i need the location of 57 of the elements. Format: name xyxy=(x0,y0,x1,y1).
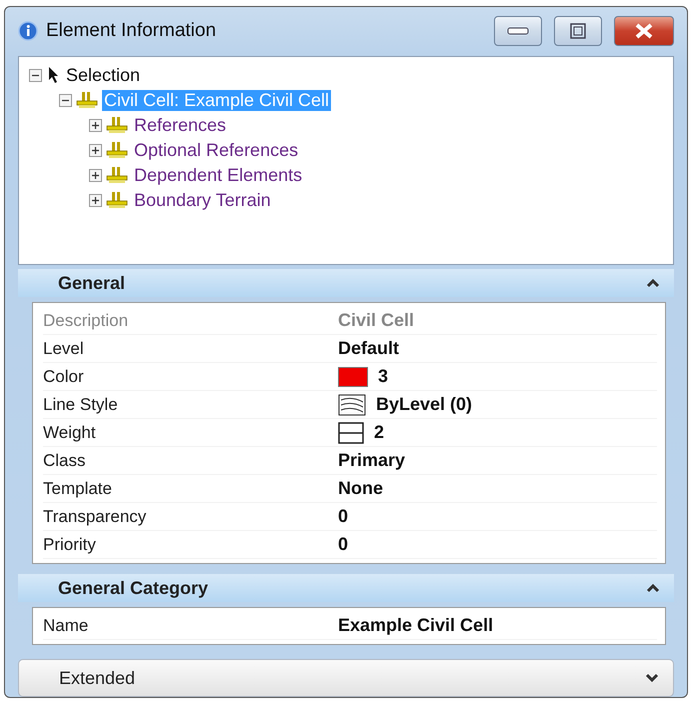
property-value: Example Civil Cell xyxy=(338,615,494,636)
maximize-icon xyxy=(570,23,586,40)
section-header[interactable]: Extended xyxy=(18,659,674,697)
plus-icon xyxy=(91,146,100,155)
property-name: Template xyxy=(43,478,113,499)
property-value: Civil Cell xyxy=(338,310,414,332)
line-style-icon xyxy=(338,394,366,416)
minimize-button[interactable] xyxy=(494,16,542,46)
expand-toggle[interactable] xyxy=(89,144,102,157)
tree-item[interactable]: Optional References xyxy=(132,140,300,161)
cell-icon xyxy=(106,141,128,160)
plus-icon xyxy=(91,196,100,205)
property-name: Level xyxy=(43,338,85,359)
expand-toggle[interactable] xyxy=(89,194,102,207)
collapse-toggle[interactable] xyxy=(29,68,42,82)
plus-icon xyxy=(91,120,100,130)
collapse-toggle[interactable] xyxy=(59,94,72,107)
chevron-icon xyxy=(646,583,660,594)
property-value: 3 xyxy=(378,366,388,388)
expand-toggle[interactable] xyxy=(89,118,102,132)
property-name: Line Style xyxy=(43,394,119,415)
close-icon xyxy=(634,23,654,40)
minimize-icon xyxy=(507,27,529,36)
property-name: Name xyxy=(43,616,90,636)
cell-icon xyxy=(76,91,98,110)
plus-icon xyxy=(91,170,100,180)
chevron-icon xyxy=(645,673,659,684)
maximize-button[interactable] xyxy=(554,16,602,46)
tree-item[interactable]: References xyxy=(132,114,228,136)
property-name: Color xyxy=(43,366,85,387)
property-name: Class xyxy=(43,450,87,471)
chevron-icon xyxy=(646,278,660,288)
cell-icon xyxy=(106,166,128,184)
cell-icon xyxy=(106,191,128,210)
close-button[interactable] xyxy=(614,16,674,46)
line-weight-icon xyxy=(338,422,364,444)
property-value: Default xyxy=(338,338,400,360)
property-name: Transparency xyxy=(43,506,148,527)
property-value: 0 xyxy=(338,506,348,528)
property-name: Priority xyxy=(43,534,97,555)
property-name: Weight xyxy=(43,422,97,443)
cell-icon xyxy=(106,116,128,134)
tree-item[interactable]: Dependent Elements xyxy=(132,164,304,186)
section-header[interactable]: General Category xyxy=(18,574,674,602)
property-value: ByLevel (0) xyxy=(376,394,472,416)
section-header[interactable]: General xyxy=(18,268,674,298)
tree-item[interactable]: Selection xyxy=(64,64,142,86)
property-value: 0 xyxy=(338,534,348,556)
window-title: Element Information xyxy=(46,20,218,42)
property-value: 2 xyxy=(374,422,384,444)
property-name: Description xyxy=(43,310,130,331)
property-value: None xyxy=(338,478,383,500)
pointer-arrow-icon xyxy=(46,66,60,84)
info-icon xyxy=(18,21,38,42)
tree-item[interactable]: Boundary Terrain xyxy=(132,190,273,211)
expand-toggle[interactable] xyxy=(89,168,102,182)
property-value: Primary xyxy=(338,450,406,472)
